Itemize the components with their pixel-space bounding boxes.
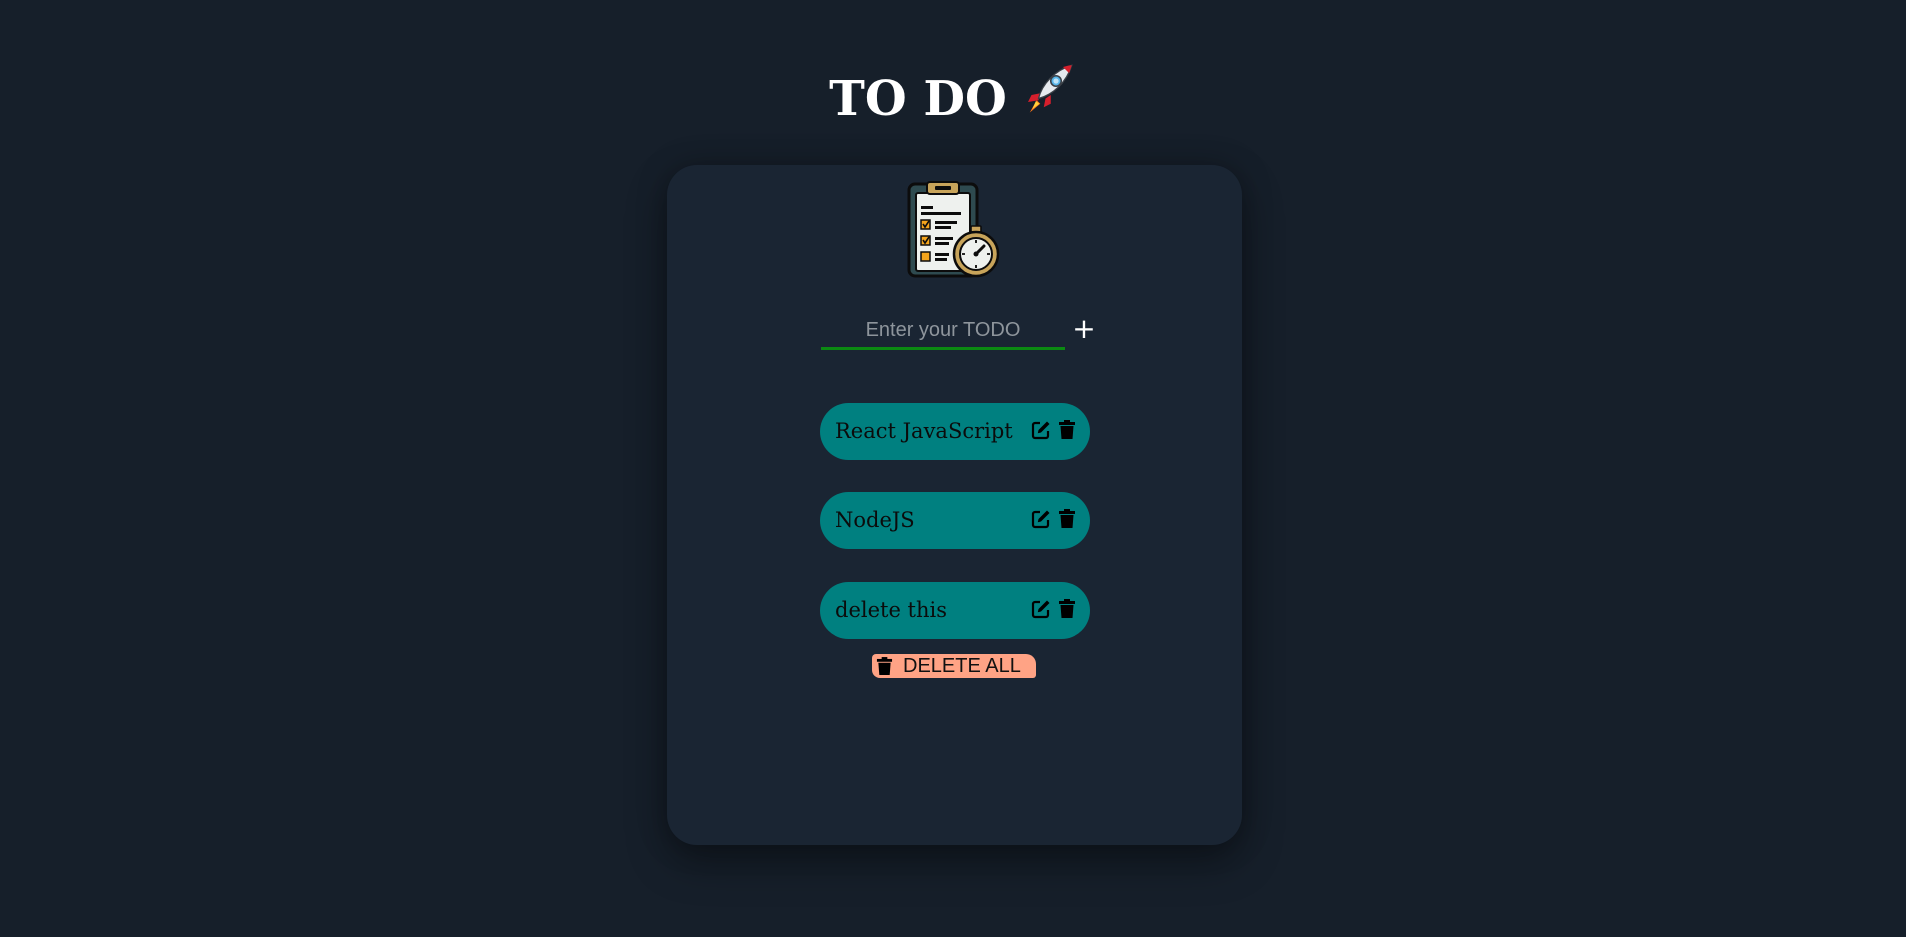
todo-item-text: delete this [835,598,948,622]
todo-item-actions [1030,598,1078,620]
rocket-icon [1021,60,1077,135]
todo-item-actions [1030,508,1078,530]
todo-item: delete this [820,582,1090,639]
todo-item-actions [1030,419,1078,441]
todo-item: NodeJS [820,492,1090,549]
todo-item-text: NodeJS [835,508,915,532]
delete-all-label: DELETE ALL [903,655,1021,677]
todo-input[interactable] [821,313,1065,350]
add-todo-row: + [821,313,1111,355]
add-todo-button[interactable]: + [1071,313,1097,345]
clipboard-stopwatch-icon [905,180,1005,280]
edit-icon[interactable] [1030,419,1052,441]
page-title: TO DO [0,64,1906,135]
todo-item: React JavaScript [820,403,1090,460]
todo-card: + React JavaScript NodeJS [667,165,1242,845]
trash-icon[interactable] [1056,598,1078,620]
page-title-text: TO DO [829,71,1007,127]
app-background: TO DO Enter your TODO + React JavaScript… [0,0,1906,937]
todo-item-text: React JavaScript [835,419,1013,443]
trash-icon [874,656,894,676]
delete-all-button[interactable]: DELETE ALL [872,654,1036,678]
edit-icon[interactable] [1030,508,1052,530]
trash-icon[interactable] [1056,508,1078,530]
edit-icon[interactable] [1030,598,1052,620]
trash-icon[interactable] [1056,419,1078,441]
